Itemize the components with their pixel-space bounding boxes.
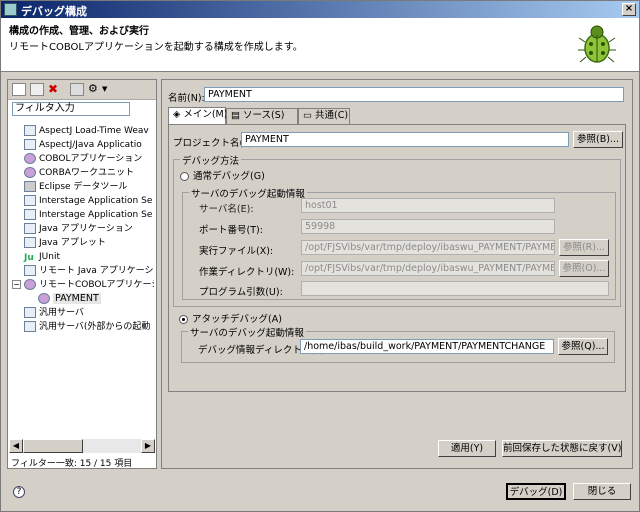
remote-java-icon xyxy=(24,265,36,276)
tab-source[interactable]: ▤ ソース(S) xyxy=(226,108,298,124)
debug-method-title: デバッグ方法 xyxy=(180,153,242,167)
tab-common[interactable]: ▭ 共通(C) xyxy=(298,108,350,124)
port-input[interactable]: 59998 xyxy=(301,219,555,234)
exe-input[interactable]: /opt/FJSVibs/var/tmp/deploy/ibaswu_PAYME… xyxy=(301,240,555,255)
tree-item[interactable]: 汎用サーバ xyxy=(24,306,84,320)
attach-info-group: サーバのデバッグ起動情報 デバッグ情報ディレクトリ(F): /home/ibas… xyxy=(181,325,615,363)
aspectj-icon xyxy=(24,125,36,136)
interstage-icon xyxy=(24,209,36,220)
filter-status: フィルター一致: 15 / 15 項目 xyxy=(11,459,133,469)
common-tab-icon: ▭ xyxy=(303,110,315,121)
title-bar: デバッグ構成 × xyxy=(1,1,639,18)
revert-button[interactable]: 前回保存した状態に戻す(V) xyxy=(502,440,622,457)
tree-item[interactable]: COBOLアプリケーション xyxy=(24,152,142,166)
scroll-left-icon[interactable]: ◀ xyxy=(9,439,23,453)
dialog-header: 構成の作成、管理、および実行 リモートCOBOLアプリケーションを起動する構成を… xyxy=(1,18,639,72)
tree-item[interactable]: AspectJ Load-Time Weav xyxy=(24,124,149,138)
attach-debug-radio[interactable]: アタッチデバッグ(A) xyxy=(179,311,282,325)
radio-selected-icon xyxy=(179,315,188,324)
junit-icon: Ju xyxy=(24,253,34,263)
tree-item[interactable]: AspectJ/Java Applicatio xyxy=(24,138,142,152)
collapse-all-icon[interactable] xyxy=(70,83,84,96)
header-title: 構成の作成、管理、および実行 xyxy=(9,26,149,37)
filter-menu-chevron-icon[interactable]: ▼ xyxy=(102,83,116,96)
exe-browse-button[interactable]: 参照(R)... xyxy=(559,239,609,256)
config-tree-panel: ✖ ⚙ ▼ フィルタ入力 AspectJ Load-Time Weav Aspe… xyxy=(7,79,157,469)
filter-icon[interactable]: ⚙ xyxy=(88,83,102,96)
close-window-button[interactable]: × xyxy=(622,3,636,16)
project-input[interactable]: PAYMENT xyxy=(241,132,569,147)
duplicate-icon[interactable] xyxy=(30,83,44,96)
name-input[interactable]: PAYMENT xyxy=(204,87,624,102)
scroll-right-icon[interactable]: ▶ xyxy=(141,439,155,453)
main-tab-icon: ◈ xyxy=(173,109,184,120)
tree-item[interactable]: Interstage Application Se xyxy=(24,208,152,222)
server-info-group: サーバのデバッグ起動情報 サーバ名(E): host01 ポート番号(T): 5… xyxy=(182,186,616,300)
debug-bug-icon xyxy=(578,25,616,63)
config-tree: AspectJ Load-Time Weav AspectJ/Java Appl… xyxy=(10,124,154,434)
tree-item[interactable]: Eclipse データツール xyxy=(24,180,127,194)
tree-item-payment[interactable]: PAYMENT xyxy=(38,292,101,306)
tree-item[interactable]: − リモートCOBOLアプリケーシ xyxy=(12,278,154,292)
window-title: デバッグ構成 xyxy=(21,5,87,18)
collapse-toggle-icon[interactable]: − xyxy=(12,280,21,289)
server-icon xyxy=(24,321,36,332)
app-icon xyxy=(4,3,17,16)
config-editor-panel: 名前(N): PAYMENT ◈ メイン(M) ▤ ソース(S) ▭ 共通(C)… xyxy=(161,79,633,469)
workdir-label: 作業ディレクトリ(W): xyxy=(199,267,295,278)
tree-item[interactable]: Java アプリケーション xyxy=(24,222,133,236)
java-app-icon xyxy=(24,223,36,234)
new-config-icon[interactable] xyxy=(12,83,26,96)
debuginfo-browse-button[interactable]: 参照(Q)... xyxy=(558,338,608,355)
name-label: 名前(N): xyxy=(168,93,205,104)
server-name-input[interactable]: host01 xyxy=(301,198,555,213)
aspectj-app-icon xyxy=(24,139,36,150)
interstage-icon xyxy=(24,195,36,206)
tree-toolbar: ✖ ⚙ ▼ xyxy=(8,80,156,100)
tree-item[interactable]: Java アプレット xyxy=(24,236,106,250)
exe-label: 実行ファイル(X): xyxy=(199,246,274,257)
debuginfo-input[interactable]: /home/ibas/build_work/PAYMENT/PAYMENTCHA… xyxy=(300,339,554,354)
debug-config-dialog: デバッグ構成 × 構成の作成、管理、および実行 リモートCOBOLアプリケーショ… xyxy=(0,0,640,512)
workdir-browse-button[interactable]: 参照(O)... xyxy=(559,260,609,277)
remote-cobol-icon xyxy=(24,279,36,290)
tree-horizontal-scrollbar[interactable]: ◀ ▶ xyxy=(9,439,155,453)
help-icon[interactable]: ? xyxy=(13,486,25,498)
main-tab-body: プロジェクト名(P): PAYMENT 参照(B)... デバッグ方法 通常デバ… xyxy=(168,124,626,392)
tree-item[interactable]: Interstage Application Se xyxy=(24,194,152,208)
debug-method-group: デバッグ方法 通常デバッグ(G) サーバのデバッグ起動情報 サーバ名(E): h… xyxy=(173,153,621,307)
corba-icon xyxy=(24,167,36,178)
source-tab-icon: ▤ xyxy=(231,110,243,121)
delete-icon[interactable]: ✖ xyxy=(48,83,62,96)
debug-button[interactable]: デバッグ(D) xyxy=(506,483,566,500)
cobol-icon xyxy=(24,153,36,164)
scroll-thumb[interactable] xyxy=(23,439,83,453)
tree-item[interactable]: CORBAワークユニット xyxy=(24,166,134,180)
workdir-input[interactable]: /opt/FJSVibs/var/tmp/deploy/ibaswu_PAYME… xyxy=(301,261,555,276)
args-input[interactable] xyxy=(301,281,609,296)
project-browse-button[interactable]: 参照(B)... xyxy=(573,131,623,148)
tree-item[interactable]: 汎用サーバ(外部からの起動 xyxy=(24,320,150,334)
normal-debug-radio[interactable]: 通常デバッグ(G) xyxy=(180,168,265,182)
radio-icon xyxy=(180,172,189,181)
tree-item[interactable]: リモート Java アプリケーショ xyxy=(24,264,154,278)
server-info-title: サーバのデバッグ起動情報 xyxy=(189,186,307,200)
port-label: ポート番号(T): xyxy=(199,225,263,236)
filter-input[interactable]: フィルタ入力 xyxy=(12,102,130,116)
server-name-label: サーバ名(E): xyxy=(199,204,254,215)
database-icon xyxy=(24,181,36,192)
tab-main[interactable]: ◈ メイン(M) xyxy=(168,107,227,124)
cobol-config-icon xyxy=(38,293,50,304)
header-subtitle: リモートCOBOLアプリケーションを起動する構成を作成します。 xyxy=(9,42,303,53)
attach-info-title: サーバのデバッグ起動情報 xyxy=(188,325,306,339)
apply-button[interactable]: 適用(Y) xyxy=(438,440,496,457)
java-applet-icon xyxy=(24,237,36,248)
tree-item[interactable]: Ju JUnit xyxy=(24,250,60,264)
close-button[interactable]: 閉じる xyxy=(573,483,631,500)
args-label: プログラム引数(U): xyxy=(199,287,283,298)
server-icon xyxy=(24,307,36,318)
